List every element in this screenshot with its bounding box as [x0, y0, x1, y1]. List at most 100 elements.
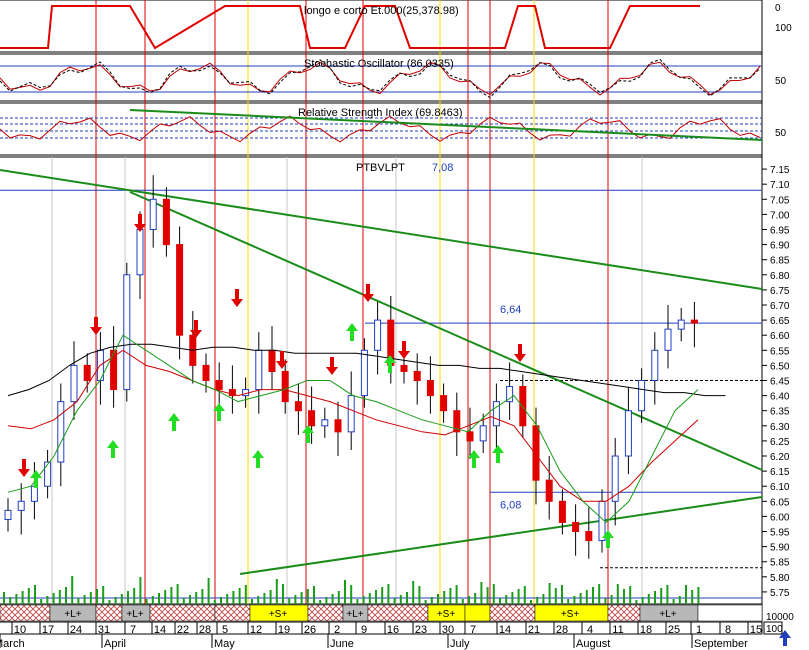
x-day-label: 28: [556, 624, 568, 636]
candle: [202, 364, 210, 382]
x-month-label: April: [104, 638, 126, 650]
candle: [255, 349, 263, 391]
y-tick-label: 6.40: [770, 392, 790, 403]
y-tick-label: 6.85: [770, 256, 790, 267]
buy-arrow-icon: [168, 413, 180, 421]
signal-segment: [367, 604, 429, 622]
buy-arrow-icon: [107, 440, 119, 448]
sell-arrow-icon: [402, 341, 406, 351]
signal-segment: [0, 604, 51, 622]
annotation-608: 6,08: [500, 499, 521, 511]
sell-arrow-icon: [134, 224, 146, 232]
candle: [123, 274, 131, 391]
x-day-label: 17: [42, 624, 54, 636]
y-tick-label: 6.00: [770, 512, 790, 523]
sell-arrow-icon: [326, 367, 338, 375]
y-tick-label: 6.70: [770, 301, 790, 312]
candle: [70, 364, 78, 403]
candle: [413, 370, 421, 381]
last-value-label: 7,08: [432, 162, 453, 174]
sell-arrow-icon: [366, 284, 370, 294]
candle: [347, 395, 355, 433]
sell-arrow-icon: [94, 317, 98, 327]
y-tick-label: 6.05: [770, 497, 790, 508]
candle: [176, 244, 184, 336]
buy-arrow-icon: [34, 478, 38, 488]
sell-arrow-icon: [398, 351, 410, 359]
x-day-label: 24: [70, 624, 82, 636]
x-day-label: 18: [640, 624, 652, 636]
buy-arrow-icon: [111, 448, 115, 458]
candle: [215, 380, 223, 391]
candle: [268, 349, 276, 372]
x-month-label: March: [0, 638, 25, 650]
x-day-label: 31: [98, 624, 110, 636]
x-day-label: 25: [668, 624, 680, 636]
x-day-label: 14: [499, 624, 511, 636]
candle: [334, 419, 342, 433]
y-tick-label: 6.25: [770, 437, 790, 448]
price-chart[interactable]: 6,646,08 +L+ +L+ +S+ +L+ +S+ +S+ +L+ 10 17 24 31 7…: [0, 0, 809, 650]
y-tick-label: 7.00: [770, 210, 790, 221]
buy-arrow-icon: [350, 331, 354, 341]
x-day-label: 26: [304, 624, 316, 636]
y-tick-label: 6.35: [770, 407, 790, 418]
panel1-tick: 0: [775, 3, 781, 14]
x-day-label: 16: [387, 624, 399, 636]
y-tick-label: 5.85: [770, 558, 790, 569]
buy-arrow-icon: [172, 421, 176, 431]
buy-arrow-icon: [256, 458, 260, 468]
x-month-label: August: [576, 638, 610, 650]
panel3-tick: 50: [775, 128, 787, 139]
buy-arrow-icon: [496, 453, 500, 463]
volume-panel: [3, 576, 700, 604]
candle: [30, 485, 38, 502]
signal-bar: +L+ +L+ +S+ +L+ +S+ +S+ +L+: [0, 604, 763, 622]
signal-segment: [607, 604, 641, 622]
x-day-label: 8: [725, 624, 731, 636]
candle: [440, 395, 448, 412]
candle: [532, 425, 540, 481]
candle: [651, 349, 659, 382]
ticker-label: PTBVLPT: [356, 162, 405, 174]
x-axis: 10 17 24 31 7 14 22 28 5 12 19 26 2 9 16 23 30 7 14 21 28 4 11…: [0, 622, 762, 650]
signal-segment: [307, 604, 344, 622]
y-tick-label: 6.15: [770, 467, 790, 478]
y-tick-label: 7.10: [770, 180, 790, 191]
signal-segment: [95, 604, 123, 622]
candle: [57, 401, 65, 463]
position-indicator-label: longo e corto Et.000(25,378.98): [304, 5, 459, 17]
sell-arrow-icon: [330, 357, 334, 367]
buy-arrow-icon: [388, 363, 392, 373]
vertical-marker-lines: [51, 0, 643, 604]
signal-label: +S+: [269, 609, 288, 620]
sell-arrow-icon: [276, 361, 288, 369]
candle: [479, 425, 487, 442]
y-tick-label: 6.90: [770, 241, 790, 252]
candle: [321, 419, 329, 427]
candle: [400, 364, 408, 372]
candle: [83, 364, 91, 382]
x-day-label: 22: [177, 624, 189, 636]
signal-label: +L+: [659, 609, 676, 620]
candle: [545, 479, 553, 502]
buy-arrow-icon: [217, 411, 221, 421]
candle: [374, 319, 382, 351]
buy-arrow-icon: [252, 450, 264, 458]
x-day-label: 1: [696, 624, 702, 636]
candle: [585, 531, 593, 542]
x-day-label: 23: [415, 624, 427, 636]
sell-arrow-icon: [18, 469, 30, 477]
candle: [308, 410, 316, 427]
y-axis: 7.15 7.10 7.05 7.00 6.95 6.90 6.85 6.80 6.75 6.70…: [762, 3, 794, 635]
sell-arrow-icon: [235, 289, 239, 299]
x-day-label: 15: [750, 624, 762, 636]
candle: [519, 386, 527, 427]
sell-arrow-icon: [194, 320, 198, 330]
x-day-label: 9: [361, 624, 367, 636]
candle: [624, 410, 632, 457]
x-day-label: 21: [528, 624, 540, 636]
signal-segment: [489, 604, 536, 622]
candle: [664, 328, 672, 351]
candle: [44, 461, 52, 487]
